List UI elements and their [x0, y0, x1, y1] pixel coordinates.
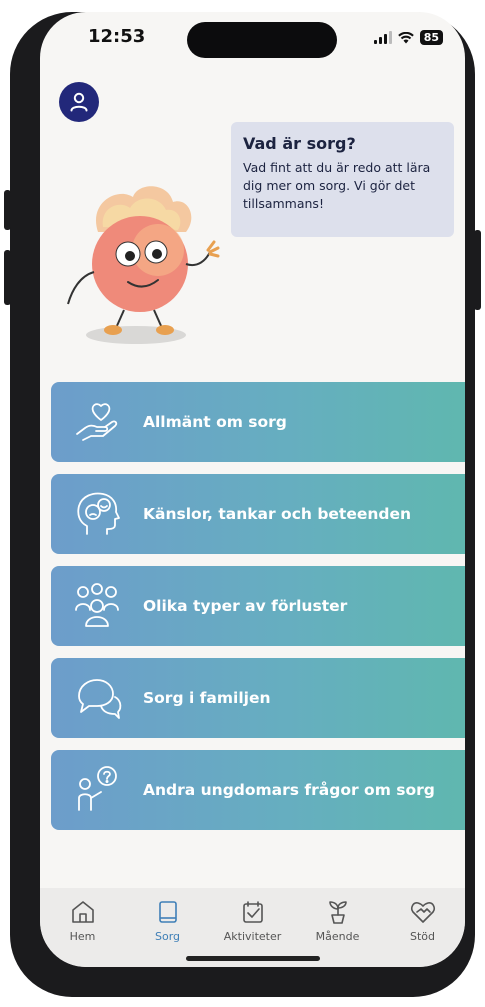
- person-question-icon: [71, 764, 123, 816]
- status-icons: 85: [373, 30, 443, 45]
- phone-side-button: [4, 190, 11, 230]
- menu-item-feelings[interactable]: Känslor, tankar och beteenden: [51, 474, 465, 554]
- status-time: 12:53: [88, 26, 146, 47]
- menu-item-label: Allmänt om sorg: [143, 413, 287, 431]
- tab-grief[interactable]: Sorg: [129, 898, 207, 943]
- tab-label: Stöd: [409, 930, 435, 943]
- hand-heart-icon: [71, 396, 123, 448]
- profile-button[interactable]: [59, 82, 99, 122]
- menu-item-loss-types[interactable]: Olika typer av förluster: [51, 566, 465, 646]
- tab-label: Mående: [315, 930, 360, 943]
- mascot-illustration: [67, 186, 220, 344]
- phone-side-button: [4, 250, 11, 305]
- tab-support[interactable]: Stöd: [384, 898, 462, 943]
- menu-item-youth-questions[interactable]: Andra ungdomars frågor om sorg: [51, 750, 465, 830]
- intro-speech-bubble: Vad är sorg? Vad fint att du är redo att…: [231, 122, 454, 237]
- tab-wellbeing[interactable]: Mående: [299, 898, 377, 943]
- menu-item-general-grief[interactable]: Allmänt om sorg: [51, 382, 465, 462]
- tab-activities[interactable]: Aktiviteter: [214, 898, 292, 943]
- plant-icon: [328, 901, 347, 924]
- intro-title: Vad är sorg?: [243, 134, 356, 153]
- speech-bubbles-icon: [71, 672, 123, 724]
- menu-item-label: Sorg i familjen: [143, 689, 271, 707]
- home-indicator: [186, 956, 320, 961]
- signal-icon: [373, 31, 392, 44]
- checklist-icon: [242, 901, 263, 923]
- tab-home[interactable]: Hem: [44, 898, 122, 943]
- book-icon: [158, 901, 177, 923]
- phone-side-button: [474, 230, 481, 310]
- menu-item-label: Olika typer av förluster: [143, 597, 348, 615]
- topic-menu: Allmänt om sorg Känslor, tankar och bete…: [51, 382, 465, 842]
- user-icon: [70, 92, 88, 112]
- menu-item-label: Andra ungdomars frågor om sorg: [143, 781, 435, 799]
- battery-indicator: 85: [419, 30, 443, 45]
- people-group-icon: [71, 580, 123, 632]
- dynamic-island: [187, 22, 337, 58]
- tab-label: Sorg: [154, 930, 181, 943]
- head-emotions-icon: [71, 488, 123, 540]
- intro-text: Vad fint att du är redo att lära dig mer…: [243, 160, 431, 211]
- tab-label: Hem: [69, 930, 96, 943]
- wifi-icon: [397, 31, 414, 43]
- home-icon: [71, 901, 94, 923]
- menu-item-family[interactable]: Sorg i familjen: [51, 658, 465, 738]
- heart-handshake-icon: [410, 902, 435, 923]
- app-screen: 12:53 85 Vad är sorg? Vad fint att du är…: [40, 12, 465, 967]
- menu-item-label: Känslor, tankar och beteenden: [143, 505, 412, 523]
- tab-label: Aktiviteter: [223, 930, 282, 943]
